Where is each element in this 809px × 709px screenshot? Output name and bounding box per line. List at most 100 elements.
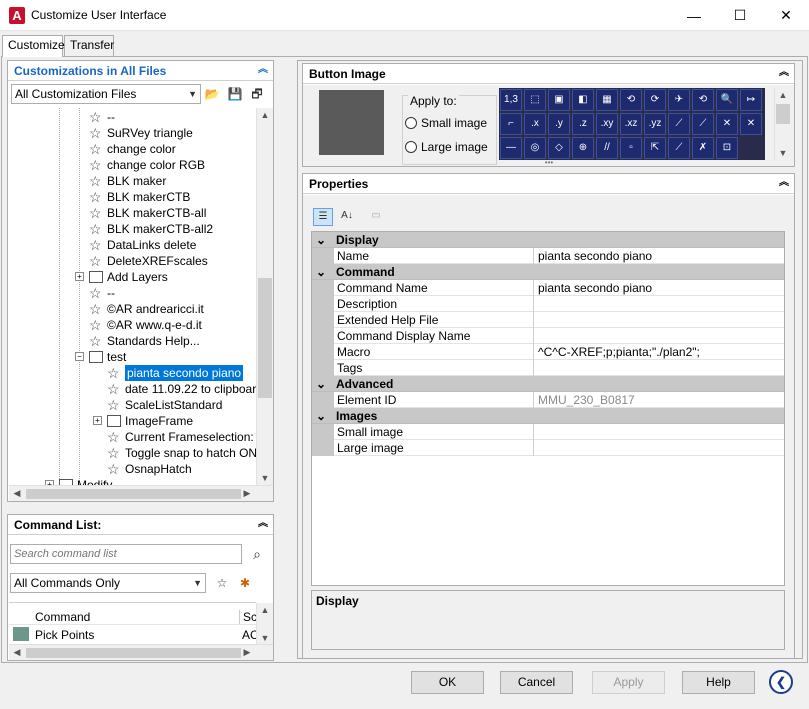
table-row[interactable]: Pick Points AC xyxy=(9,627,259,643)
tree-item[interactable]: ☆ date 11.09.22 to clipboard xyxy=(9,381,256,397)
button-image-tile[interactable]: ⊕ xyxy=(572,137,594,159)
button-image-tile[interactable]: — xyxy=(500,137,522,159)
property-row[interactable]: Large image xyxy=(312,440,784,456)
command-vertical-scrollbar[interactable]: ▲ ▼ xyxy=(256,603,273,645)
tree-item[interactable]: ☆ pianta secondo piano xyxy=(9,365,256,381)
expand-toggle-icon[interactable]: + xyxy=(75,272,84,281)
command-horizontal-scrollbar[interactable]: ◀ ▶ xyxy=(9,644,273,660)
button-image-tile[interactable]: 🔍 xyxy=(716,89,738,111)
button-image-tile[interactable]: ⊡ xyxy=(716,137,738,159)
category-toggle-icon[interactable]: ⌄ xyxy=(316,408,326,424)
property-category[interactable]: ⌄ Advanced xyxy=(312,376,784,392)
category-toggle-icon[interactable]: ⌄ xyxy=(316,264,326,280)
property-row[interactable]: Tags xyxy=(312,360,784,376)
tree-item[interactable]: ☆ DataLinks delete xyxy=(9,237,256,253)
tree-item[interactable]: ☆ ©AR andrearicci.it xyxy=(9,301,256,317)
tree-item[interactable]: ☆ ©AR www.q-e-d.it xyxy=(9,317,256,333)
small-image-radio[interactable]: Small image xyxy=(405,116,487,130)
expand-toggle-icon[interactable]: − xyxy=(75,352,84,361)
button-image-tile[interactable]: ⟋ xyxy=(692,113,714,135)
close-button[interactable]: ✕ xyxy=(763,0,809,31)
tree-item[interactable]: ☆ -- xyxy=(9,285,256,301)
property-row[interactable]: Command Name pianta secondo piano xyxy=(312,280,784,296)
tree-item[interactable]: ☆ BLK makerCTB-all2 xyxy=(9,221,256,237)
scroll-up-icon[interactable]: ▲ xyxy=(257,110,273,120)
tree-item[interactable]: ☆ -- xyxy=(9,109,256,125)
button-image-tile[interactable]: ✕ xyxy=(740,113,762,135)
property-value[interactable]: pianta secondo piano xyxy=(536,248,784,264)
categorized-icon[interactable]: ☰ xyxy=(313,208,333,226)
help-button[interactable]: Help xyxy=(682,671,755,694)
button-image-tile[interactable]: ⟳ xyxy=(644,89,666,111)
tree-item[interactable]: ☆ Standards Help... xyxy=(9,333,256,349)
hscroll-thumb[interactable] xyxy=(26,489,241,499)
button-image-tile[interactable]: ▣ xyxy=(548,89,570,111)
customization-file-select[interactable]: All Customization Files ▼ xyxy=(11,84,201,104)
scroll-down-icon[interactable]: ▼ xyxy=(775,148,791,158)
property-pages-icon[interactable]: ▭ xyxy=(367,208,385,224)
property-row[interactable]: Command Display Name xyxy=(312,328,784,344)
tree-item[interactable]: ☆ BLK maker xyxy=(9,173,256,189)
button-image-tile[interactable]: ◇ xyxy=(548,137,570,159)
apply-button[interactable]: Apply xyxy=(592,671,665,694)
button-image-tile[interactable]: .yz xyxy=(644,113,666,135)
property-category[interactable]: ⌄ Command xyxy=(312,264,784,280)
button-image-tile[interactable]: ⟋ xyxy=(668,113,690,135)
property-value[interactable]: MMU_230_B0817 xyxy=(536,392,784,408)
tree-item[interactable]: ☆ Toggle snap to hatch ON xyxy=(9,445,256,461)
cancel-button[interactable]: Cancel xyxy=(500,671,573,694)
tree-item[interactable]: + Modify xyxy=(9,477,256,485)
category-toggle-icon[interactable]: ⌄ xyxy=(316,232,326,248)
load-partial-file-icon[interactable]: 📂 xyxy=(204,86,220,102)
button-image-tile[interactable]: .z xyxy=(572,113,594,135)
property-row[interactable]: Small image xyxy=(312,424,784,440)
save-as-icon[interactable]: 🗗 xyxy=(249,86,265,102)
tree-item[interactable]: + ImageFrame xyxy=(9,413,256,429)
button-image-tile[interactable]: .xz xyxy=(620,113,642,135)
hscroll-thumb[interactable] xyxy=(26,648,241,658)
scroll-down-icon[interactable]: ▼ xyxy=(257,633,273,643)
tree-item[interactable]: ☆ DeleteXREFscales xyxy=(9,253,256,269)
tree-item[interactable]: ☆ ScaleListStandard xyxy=(9,397,256,413)
maximize-button[interactable]: ☐ xyxy=(717,0,763,31)
minimize-button[interactable]: — xyxy=(671,0,717,31)
button-image-tile[interactable]: ✈ xyxy=(668,89,690,111)
column-command[interactable]: Command xyxy=(35,610,90,624)
icon-grid-scrollbar[interactable]: ▲ ▼ xyxy=(774,88,791,160)
scroll-left-icon[interactable]: ◀ xyxy=(9,488,25,499)
scroll-thumb[interactable] xyxy=(258,278,272,398)
button-image-tile[interactable]: ↦ xyxy=(740,89,762,111)
button-image-tile[interactable]: ▦ xyxy=(596,89,618,111)
scroll-up-icon[interactable]: ▲ xyxy=(257,605,273,615)
tree-item[interactable]: ☆ SuRVey triangle xyxy=(9,125,256,141)
property-row[interactable]: Extended Help File xyxy=(312,312,784,328)
property-value[interactable]: ^C^C-XREF;p;pianta;"./plan2"; xyxy=(536,344,784,360)
alphabetical-sort-icon[interactable]: A↓ xyxy=(337,208,357,224)
tree-item[interactable]: ☆ change color RGB xyxy=(9,157,256,173)
find-command-icon[interactable]: ☆ xyxy=(214,575,230,591)
splitter-grip[interactable]: ••• xyxy=(539,159,559,167)
button-image-tile[interactable]: // xyxy=(596,137,618,159)
button-image-tile[interactable]: .xy xyxy=(596,113,618,135)
property-value[interactable]: pianta secondo piano xyxy=(536,280,784,296)
category-toggle-icon[interactable]: ⌄ xyxy=(316,376,326,392)
button-image-tile[interactable]: 1,3 xyxy=(500,89,522,111)
property-row[interactable]: Name pianta secondo piano xyxy=(312,248,784,264)
button-image-tile[interactable]: ◧ xyxy=(572,89,594,111)
property-row[interactable]: Description xyxy=(312,296,784,312)
button-image-tile[interactable]: ⌐ xyxy=(500,113,522,135)
button-image-tile[interactable]: ✕ xyxy=(716,113,738,135)
tree-horizontal-scrollbar[interactable]: ◀ ▶ xyxy=(9,485,273,501)
collapse-icon[interactable]: ︽ xyxy=(257,65,269,77)
scroll-right-icon[interactable]: ▶ xyxy=(239,647,255,658)
tree-item[interactable]: ☆ Current Frameselection: on xyxy=(9,429,256,445)
scroll-thumb[interactable] xyxy=(776,104,790,124)
collapse-icon[interactable]: ︽ xyxy=(778,178,790,190)
collapse-panel-icon[interactable]: ❮ xyxy=(769,670,793,694)
column-source[interactable]: Sc xyxy=(239,610,257,624)
tree-item[interactable]: ☆ BLK makerCTB xyxy=(9,189,256,205)
button-image-tile[interactable]: ⟋ xyxy=(668,137,690,159)
property-row[interactable]: Element ID MMU_230_B0817 xyxy=(312,392,784,408)
button-image-tile[interactable]: .y xyxy=(548,113,570,135)
expand-toggle-icon[interactable]: + xyxy=(93,416,102,425)
